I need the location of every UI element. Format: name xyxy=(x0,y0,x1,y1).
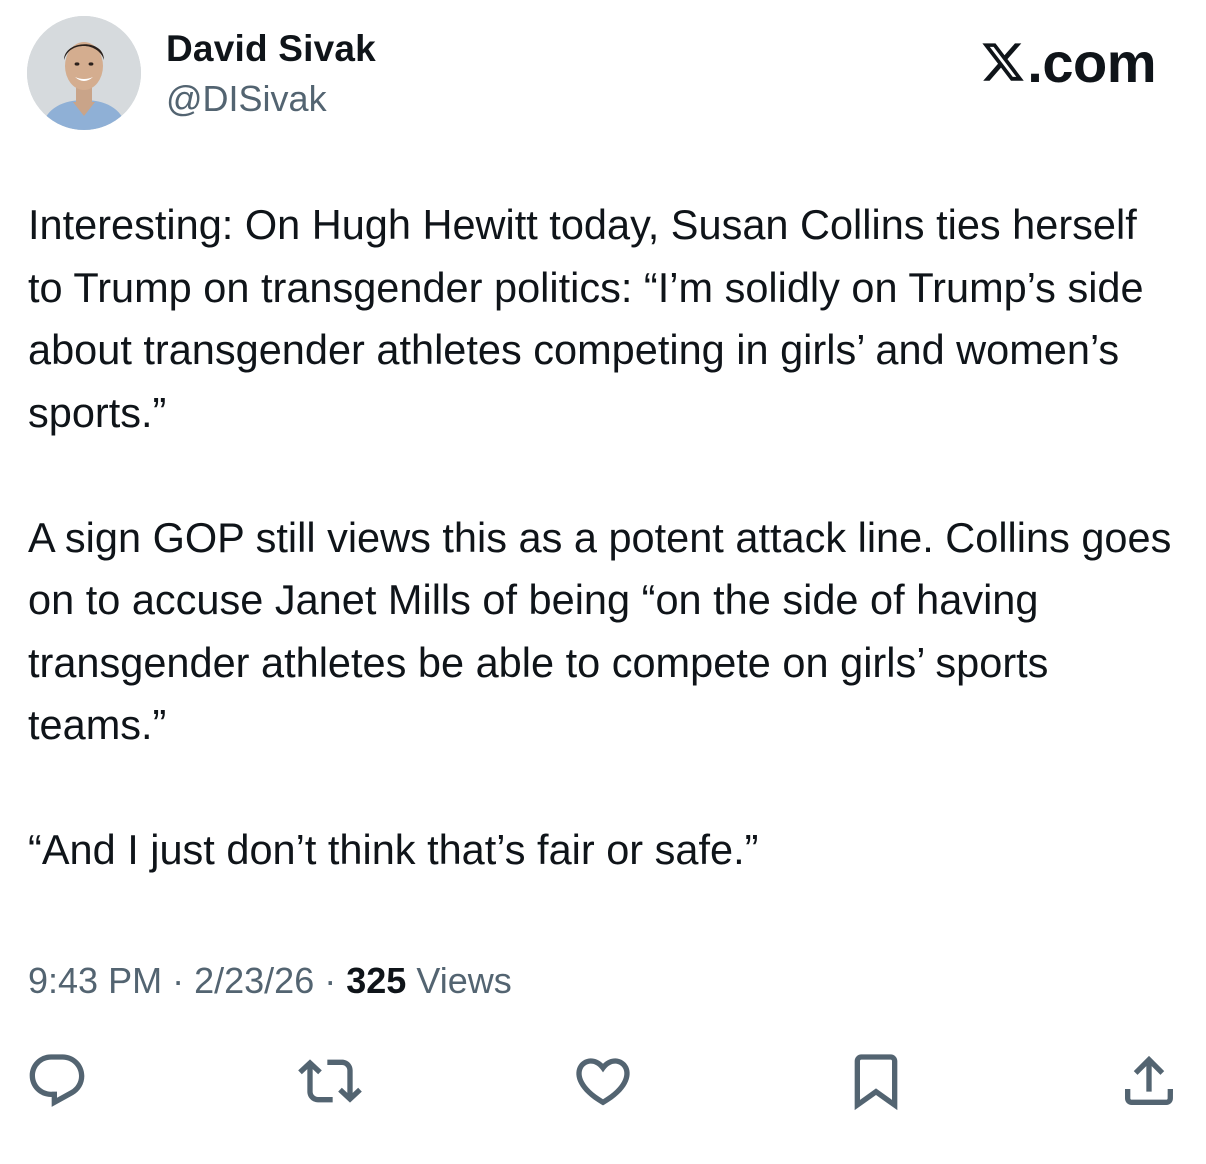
repost-icon xyxy=(298,1059,362,1103)
action-bar xyxy=(0,1046,1206,1116)
author-handle[interactable]: @DISivak xyxy=(166,78,327,120)
bookmark-icon xyxy=(854,1054,898,1111)
bookmark-button[interactable] xyxy=(841,1046,911,1116)
tweet-paragraph: A sign GOP still views this as a potent … xyxy=(28,513,1172,749)
meta-separator: · xyxy=(172,960,185,1001)
tweet-paragraph: Interesting: On Hugh Hewitt today, Susan… xyxy=(28,201,1144,436)
views-label: Views xyxy=(416,960,512,1001)
tweet-metadata: 9:43 PM · 2/23/26 · 325 Views xyxy=(28,960,512,1002)
tweet-text: Interesting: On Hugh Hewitt today, Susan… xyxy=(28,194,1178,882)
tweet-date[interactable]: 2/23/26 xyxy=(194,960,314,1001)
tweet-paragraph: “And I just don’t think that’s fair or s… xyxy=(28,826,759,873)
reply-icon xyxy=(29,1054,85,1107)
views-count: 325 xyxy=(346,960,407,1001)
author-display-name[interactable]: David Sivak xyxy=(166,28,376,70)
like-button[interactable] xyxy=(568,1046,638,1116)
meta-separator: · xyxy=(324,960,337,1001)
brand-watermark: .com xyxy=(980,30,1156,94)
avatar[interactable] xyxy=(27,16,141,130)
tweet-time[interactable]: 9:43 PM xyxy=(28,960,162,1001)
brand-domain-text: .com xyxy=(1027,30,1156,94)
heart-icon xyxy=(576,1058,630,1106)
reply-button[interactable] xyxy=(22,1046,92,1116)
share-icon xyxy=(1125,1055,1173,1105)
repost-button[interactable] xyxy=(295,1046,365,1116)
x-logo-icon xyxy=(982,43,1025,81)
share-button[interactable] xyxy=(1114,1046,1184,1116)
